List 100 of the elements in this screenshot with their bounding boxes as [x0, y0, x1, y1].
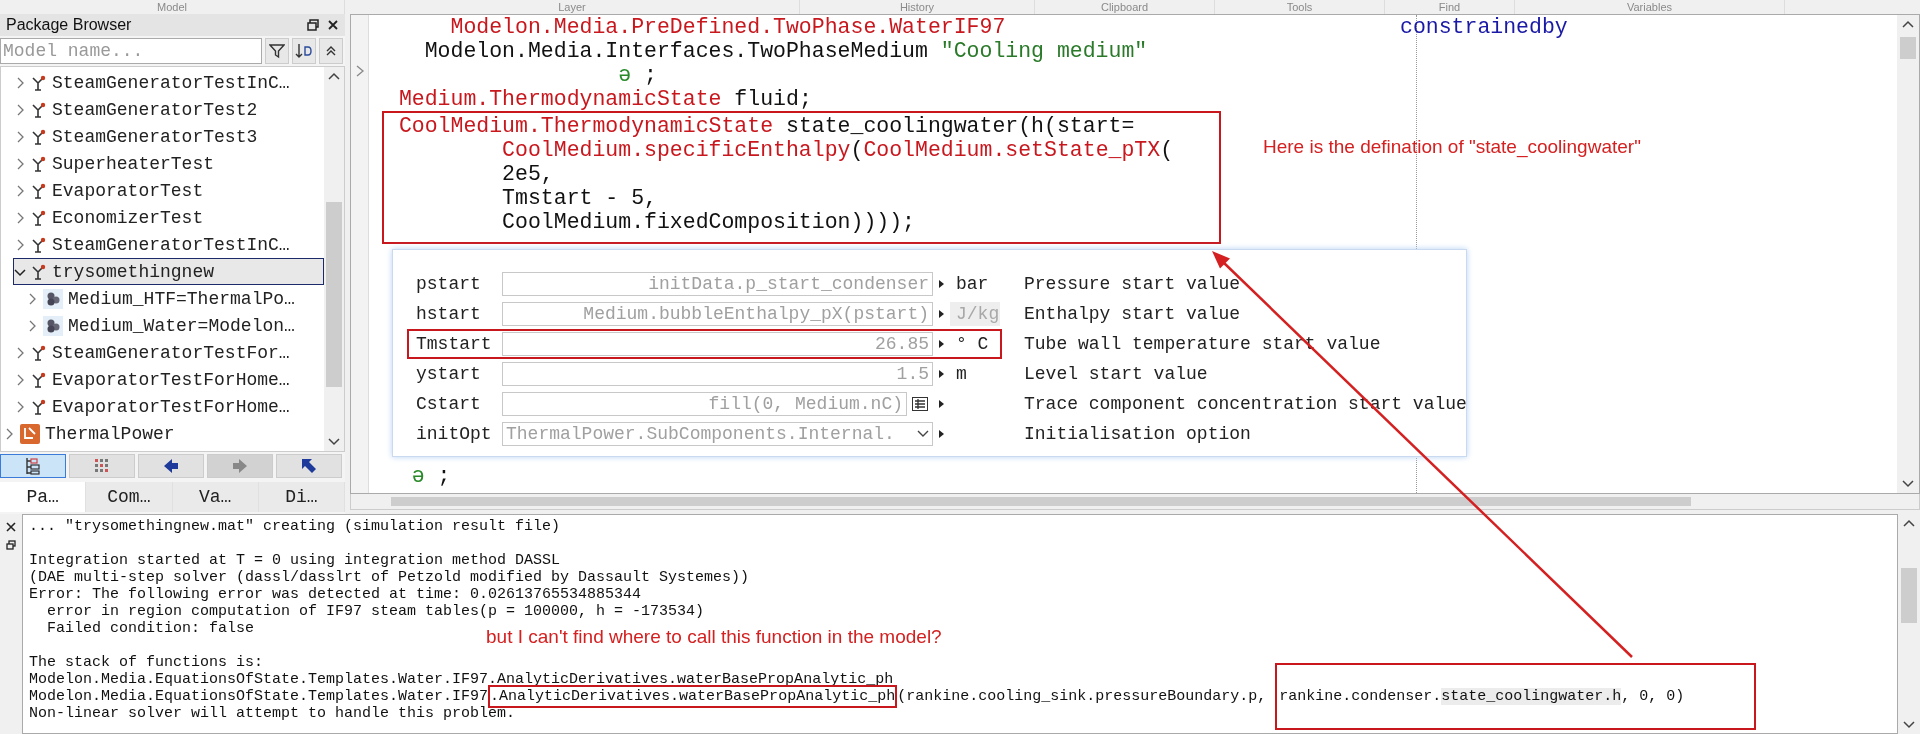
caret-icon[interactable] — [939, 430, 944, 438]
collapse-button[interactable] — [319, 38, 343, 64]
unit-label: m — [956, 364, 967, 384]
grid-icon — [94, 458, 110, 474]
toolbar-group-label: History — [800, 0, 1035, 14]
right-arrow-icon — [232, 458, 248, 474]
tree-item[interactable]: Medium_HTF=ThermalPo… — [25, 285, 324, 312]
code-line: Medium.ThermodynamicState fluid; — [397, 87, 812, 111]
code-editor[interactable] — [369, 15, 1897, 493]
toolbar-button[interactable] — [0, 454, 66, 478]
code-line: CoolMedium.specificEnthalpy(CoolMedium.setState_pTX( — [501, 138, 1174, 162]
parameter-name: Cstart — [416, 394, 482, 414]
branch-icon — [31, 101, 47, 118]
tree-item[interactable]: SteamGeneratorTestInC… — [13, 231, 324, 258]
parameter-description: Initialisation option — [1024, 424, 1251, 444]
restore-icon[interactable] — [6, 540, 16, 550]
sort-button[interactable] — [292, 38, 316, 64]
scrollbar[interactable] — [350, 494, 1920, 510]
caret-icon[interactable] — [939, 280, 944, 288]
code-line: Modelon.Media.Interfaces.TwoPhaseMedium "Cooling medium" — [423, 39, 1148, 63]
tree-item[interactable]: SteamGeneratorTestFor… — [13, 339, 324, 366]
scrollbar-thumb[interactable] — [326, 201, 342, 387]
toolbar-group-label: Find — [1385, 0, 1515, 14]
tree-item[interactable]: EconomizerTest — [13, 204, 324, 231]
caret-icon[interactable] — [939, 310, 944, 318]
chevron-icon — [917, 430, 929, 438]
tree-item[interactable]: EvaporatorTestForHome… — [13, 393, 324, 420]
panel-tab[interactable]: Com… — [86, 482, 173, 512]
search-field[interactable]: Model name... — [0, 38, 262, 64]
scrollbar-thumb[interactable] — [1901, 568, 1917, 623]
code-line: Modelon.Media.PreDefined.TwoPhase.WaterIF97 — [449, 15, 1006, 39]
code-text: constrainedby — [1400, 15, 1568, 39]
tree-item[interactable]: SuperheaterTest — [13, 150, 324, 177]
annotation-text: Here is the defination of "state_coolingwater" — [1263, 136, 1641, 158]
caret-icon[interactable] — [939, 400, 944, 408]
branch-icon — [31, 344, 47, 361]
branch-icon — [31, 155, 47, 172]
log-text: Integration started at T = 0 using integration method DASSL — [29, 552, 561, 569]
log-text: (rankine.cooling_sink.pressureBoundary.p, — [897, 688, 1268, 705]
package-icon — [20, 423, 40, 444]
parameter-description: Level start value — [1024, 364, 1208, 384]
parameter-name: Tmstart — [416, 334, 493, 354]
tree-item[interactable]: SteamGeneratorTestInC… — [13, 69, 324, 96]
parameter-description: Enthalpy start value — [1024, 304, 1241, 324]
tree-item[interactable]: ThermalPower — [2, 420, 324, 447]
log-text: error in region computation of IF97 steam tables(p = 100000, h = -173534) — [46, 603, 705, 620]
tree-item[interactable]: SteamGeneratorTest2 — [13, 96, 324, 123]
toolbar-group-label: Clipboard — [1035, 0, 1215, 14]
sort-icon — [295, 42, 313, 60]
parameter-name: initOpt — [416, 424, 493, 444]
panel-tab[interactable]: Pa… — [0, 482, 87, 512]
log-text: (DAE multi-step solver (dassl/dasslrt of Petzold modified by Dassault Systemes)) — [29, 569, 750, 586]
table-icon[interactable] — [912, 397, 928, 411]
log-text: Failed condition: false — [46, 620, 255, 637]
log-text: Modelon.Media.EquationsOfState.Templates.Water.IF97.AnalyticDerivatives.waterBasePropAnalytic_ph — [29, 671, 894, 688]
scrollbar[interactable] — [324, 67, 344, 451]
parameter-description: Pressure start value — [1024, 274, 1241, 294]
toolbar-button[interactable] — [138, 454, 204, 478]
scrollbar-thumb[interactable] — [391, 497, 1691, 506]
circles-icon — [43, 288, 63, 309]
left-arrow-icon — [163, 458, 179, 474]
restore-icon[interactable] — [307, 19, 319, 31]
unit-label: bar — [956, 274, 989, 294]
caret-icon[interactable] — [939, 370, 944, 378]
code-line: Tmstart - 5, — [501, 186, 657, 210]
toolbar-button[interactable] — [69, 454, 135, 478]
caret-icon[interactable] — [939, 340, 944, 348]
tree-item[interactable]: Medium_Water=Modelon… — [25, 312, 324, 339]
log-text: .AnalyticDerivatives.waterBasePropAnalytic_ph — [490, 688, 896, 705]
branch-icon — [31, 263, 47, 280]
double-chevron-icon — [325, 45, 337, 57]
panel-tab[interactable]: Va… — [172, 482, 259, 512]
code-line: 2e5, — [501, 162, 554, 186]
tree-item[interactable]: EvaporatorTestForHome… — [13, 366, 324, 393]
filter-icon — [269, 43, 285, 59]
parameter-name: pstart — [416, 274, 482, 294]
log-text: , 0, 0) — [1621, 688, 1685, 705]
panel-tab[interactable]: Di… — [258, 482, 345, 512]
parameter-name: ystart — [416, 364, 482, 384]
tree-item[interactable]: EvaporatorTest — [13, 177, 324, 204]
unit-label: J/kg — [956, 304, 1000, 324]
toolbar-button[interactable] — [276, 454, 342, 478]
branch-icon — [31, 236, 47, 253]
scrollbar-thumb[interactable] — [1900, 37, 1916, 59]
unit-label: ° C — [956, 334, 989, 354]
code-line: ə ; — [617, 63, 657, 87]
close-icon[interactable] — [6, 522, 16, 532]
tree-item[interactable]: trysomethingnew — [13, 258, 324, 285]
log-text: Modelon.Media.EquationsOfState.Templates.Water.IF97 — [29, 688, 489, 705]
log-text: The stack of functions is: — [29, 654, 264, 671]
log-text: Error: The following error was detected at time: 0.02613765534885344 — [29, 586, 642, 603]
tree-icon — [24, 457, 42, 475]
close-icon[interactable] — [327, 19, 339, 31]
code-line: ə ; — [410, 466, 451, 486]
filter-button[interactable] — [265, 38, 289, 64]
circles-icon — [43, 315, 63, 336]
log-text: rankine.condenser. — [1279, 688, 1442, 705]
tree-item[interactable]: SteamGeneratorTest3 — [13, 123, 324, 150]
toolbar-group-label: Layer — [345, 0, 800, 14]
log-text: ... "trysomethingnew.mat" creating (simulation result file) — [29, 518, 561, 535]
